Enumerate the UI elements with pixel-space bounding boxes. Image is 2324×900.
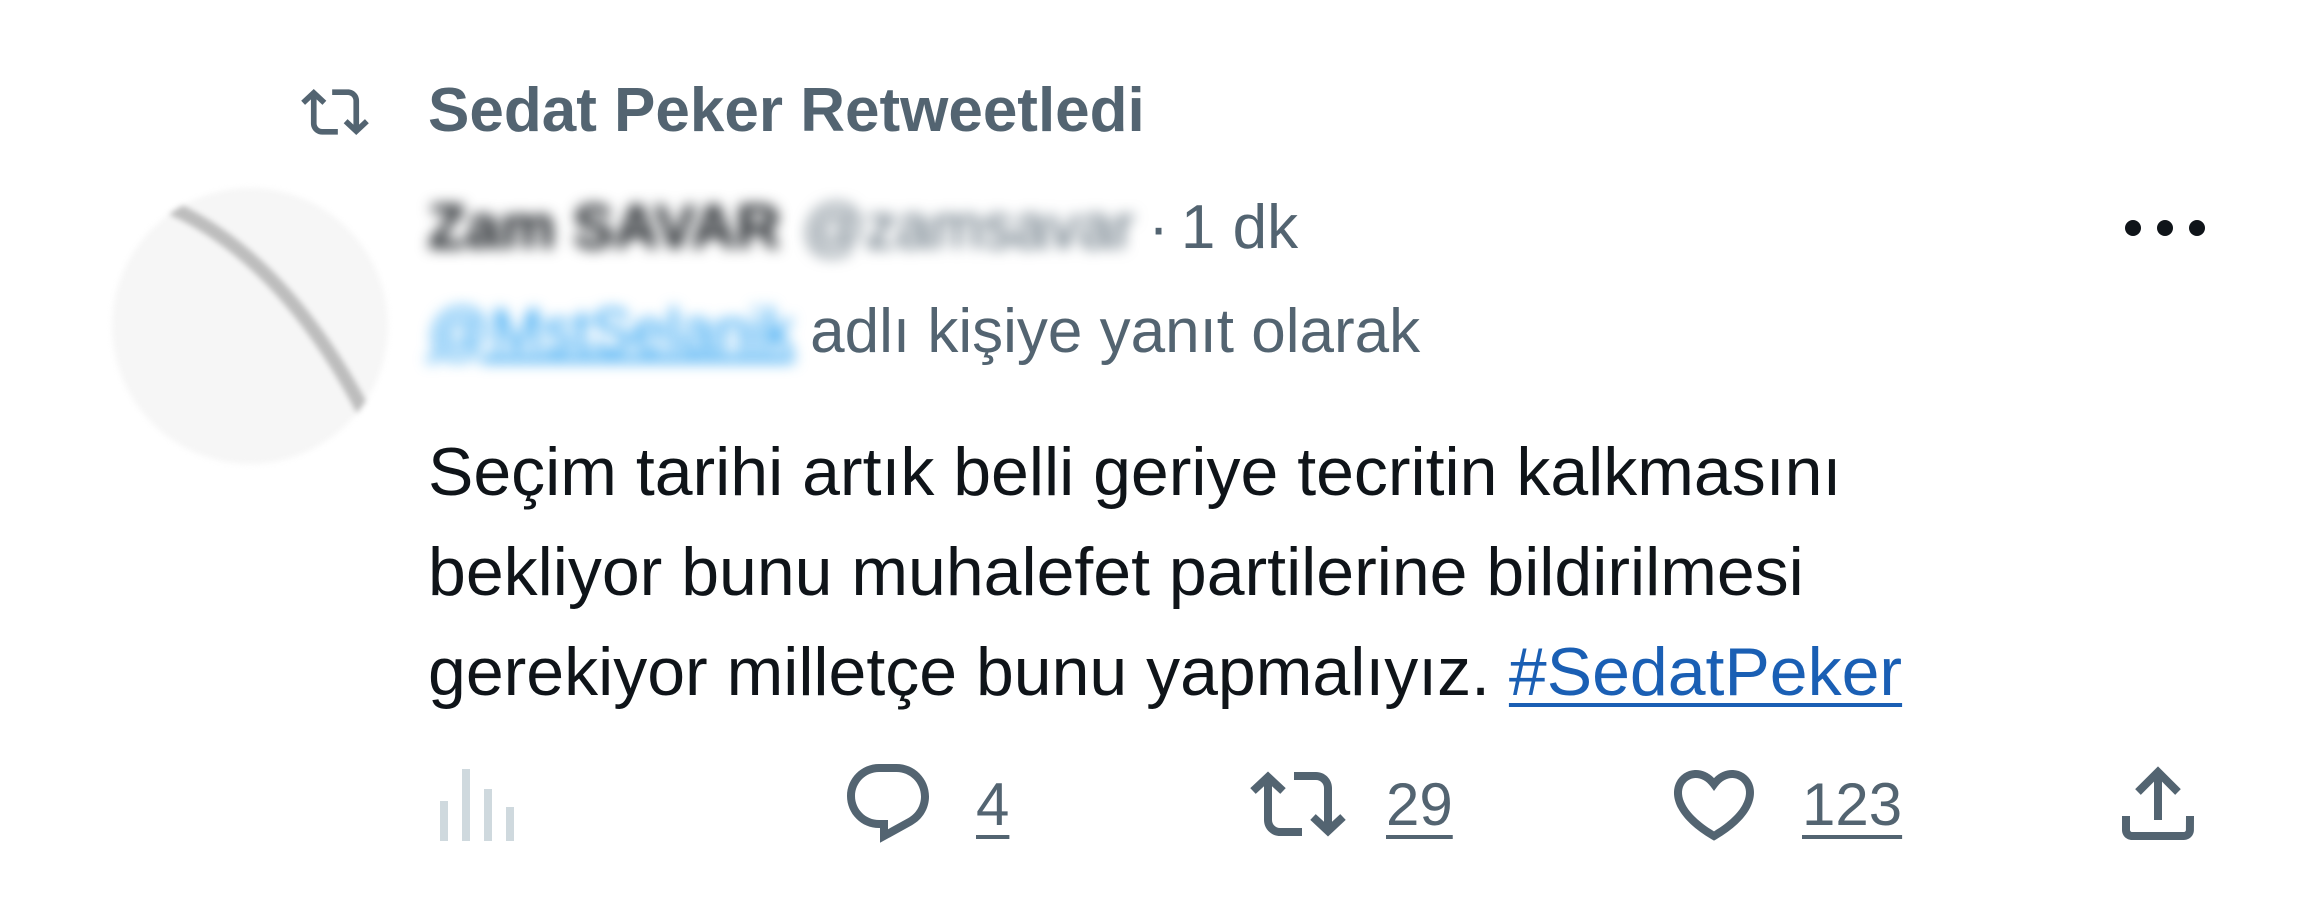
like-button[interactable]: 123 bbox=[1666, 756, 1902, 852]
reply-count[interactable]: 4 bbox=[976, 770, 1009, 839]
retweet-icon bbox=[290, 78, 380, 146]
analytics-icon bbox=[440, 769, 514, 841]
reply-to-handle-link[interactable]: @MstSelanik bbox=[428, 296, 794, 368]
tweet-text-line: Seçim tarihi artık belli geriye tecritin… bbox=[428, 434, 1842, 510]
more-icon bbox=[2125, 220, 2205, 236]
retweet-button[interactable]: 29 bbox=[1250, 756, 1453, 852]
tweet-text: Seçim tarihi artık belli geriye tecritin… bbox=[428, 422, 2228, 722]
tweet-text-line: bekliyor bunu muhalefet partilerine bild… bbox=[428, 534, 1804, 610]
share-button[interactable] bbox=[2110, 756, 2206, 852]
analytics-button[interactable] bbox=[432, 756, 522, 852]
tweet-timestamp[interactable]: 1 dk bbox=[1181, 193, 1298, 263]
separator-dot: · bbox=[1148, 193, 1169, 262]
hashtag-link[interactable]: #SedatPeker bbox=[1509, 634, 1902, 710]
reply-button[interactable]: 4 bbox=[840, 756, 1009, 852]
retweeted-by-label[interactable]: Sedat Peker Retweetledi bbox=[428, 76, 1145, 146]
author-handle[interactable]: @zamsavar bbox=[803, 193, 1135, 263]
reply-context-text: adlı kişiye yanıt olarak bbox=[810, 297, 1421, 366]
tweet-header: Zam SAVAR @zamsavar · 1 dk bbox=[428, 188, 1298, 268]
reply-context: @MstSelanik adlı kişiye yanıt olarak bbox=[428, 296, 1420, 368]
retweet-action-icon bbox=[1250, 771, 1346, 837]
author-display-name[interactable]: Zam SAVAR bbox=[428, 193, 781, 263]
avatar[interactable] bbox=[112, 188, 388, 464]
share-icon bbox=[2122, 766, 2194, 840]
reply-icon bbox=[847, 764, 930, 843]
tweet-text-segment: gerekiyor milletçe bunu yapmalıyız. bbox=[428, 634, 1491, 710]
retweet-count[interactable]: 29 bbox=[1386, 770, 1453, 839]
heart-icon bbox=[1673, 770, 1755, 841]
more-options-button[interactable] bbox=[2110, 198, 2220, 258]
like-count[interactable]: 123 bbox=[1802, 770, 1902, 839]
tweet-text-line: gerekiyor milletçe bunu yapmalıyız. #Sed… bbox=[428, 622, 2228, 722]
